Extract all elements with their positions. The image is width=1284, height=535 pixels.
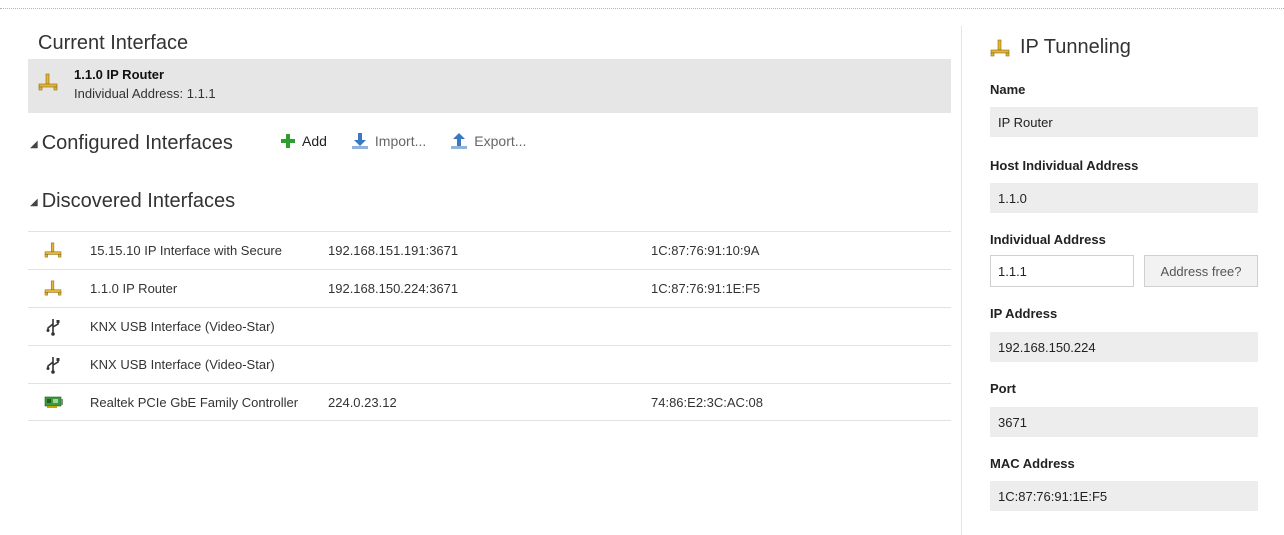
network-icon bbox=[44, 242, 62, 263]
discovered-interfaces-label: Discovered Interfaces bbox=[41, 190, 236, 212]
port-label: Port bbox=[990, 381, 1016, 396]
discovered-interfaces-list: 15.15.10 IP Interface with Secure 192.16… bbox=[28, 231, 951, 421]
interfaces-panel: Current Interface 1.1.0 IP Router Indivi… bbox=[28, 26, 951, 535]
import-icon bbox=[351, 133, 368, 149]
export-icon bbox=[451, 133, 468, 149]
details-title: IP Tunneling bbox=[990, 36, 1131, 59]
add-label: Add bbox=[302, 133, 327, 149]
interface-name: KNX USB Interface (Video-Star) bbox=[90, 357, 275, 372]
current-interface-title: Current Interface bbox=[38, 32, 189, 54]
host-address-field: 1.1.0 bbox=[990, 183, 1258, 213]
configured-interfaces-label: Configured Interfaces bbox=[41, 132, 233, 154]
current-interface-box[interactable]: 1.1.0 IP Router Individual Address: 1.1.… bbox=[28, 59, 951, 113]
configured-toolbar: Add Import... Export... bbox=[280, 132, 526, 150]
configured-interfaces-title[interactable]: ◢ Configured Interfaces bbox=[30, 132, 233, 155]
panel-divider bbox=[961, 26, 962, 535]
current-interface-address: Individual Address: 1.1.1 bbox=[74, 86, 216, 101]
interface-name: 15.15.10 IP Interface with Secure bbox=[90, 243, 282, 258]
individual-address-input[interactable] bbox=[990, 255, 1134, 287]
list-item[interactable]: 1.1.0 IP Router 192.168.150.224:3671 1C:… bbox=[28, 269, 951, 307]
network-icon bbox=[990, 39, 1010, 56]
import-label: Import... bbox=[374, 133, 427, 149]
network-card-icon bbox=[44, 394, 64, 415]
import-button[interactable]: Import... bbox=[351, 132, 426, 150]
top-border bbox=[0, 8, 1284, 9]
plus-icon bbox=[281, 134, 295, 148]
list-item[interactable]: Realtek PCIe GbE Family Controller 224.0… bbox=[28, 383, 951, 421]
collapse-triangle-icon: ◢ bbox=[30, 197, 38, 208]
name-field: IP Router bbox=[990, 107, 1258, 137]
network-icon bbox=[44, 280, 62, 301]
interface-name: KNX USB Interface (Video-Star) bbox=[90, 319, 275, 334]
list-item[interactable]: 15.15.10 IP Interface with Secure 192.16… bbox=[28, 231, 951, 269]
interface-name: 1.1.0 IP Router bbox=[90, 281, 178, 296]
configured-interfaces-header: ◢ Configured Interfaces Add Import... Exp… bbox=[28, 130, 951, 160]
export-label: Export... bbox=[474, 133, 527, 149]
network-icon bbox=[38, 73, 58, 96]
details-title-label: IP Tunneling bbox=[1020, 36, 1131, 58]
port-field: 3671 bbox=[990, 407, 1258, 437]
name-label: Name bbox=[990, 82, 1026, 97]
current-interface-name: 1.1.0 IP Router bbox=[74, 67, 165, 82]
discovered-interfaces-title[interactable]: ◢ Discovered Interfaces bbox=[30, 190, 235, 213]
export-button[interactable]: Export... bbox=[450, 132, 526, 150]
ip-address-field: 192.168.150.224 bbox=[990, 332, 1258, 362]
collapse-triangle-icon: ◢ bbox=[30, 139, 38, 150]
host-address-label: Host Individual Address bbox=[990, 158, 1139, 173]
interface-mac: 1C:87:76:91:10:9A bbox=[651, 243, 760, 258]
mac-address-field: 1C:87:76:91:1E:F5 bbox=[990, 481, 1258, 511]
mac-address-label: MAC Address bbox=[990, 456, 1075, 471]
interface-mac: 74:86:E2:3C:AC:08 bbox=[651, 395, 764, 410]
ip-address-label: IP Address bbox=[990, 306, 1058, 321]
usb-icon bbox=[44, 356, 62, 379]
interface-ip: 192.168.150.224:3671 bbox=[328, 281, 459, 296]
interface-ip: 192.168.151.191:3671 bbox=[328, 243, 459, 258]
list-item[interactable]: KNX USB Interface (Video-Star) bbox=[28, 345, 951, 383]
interface-mac: 1C:87:76:91:1E:F5 bbox=[651, 281, 761, 296]
address-free-button[interactable]: Address free? bbox=[1144, 255, 1258, 287]
add-button[interactable]: Add bbox=[280, 133, 327, 149]
usb-icon bbox=[44, 318, 62, 341]
individual-address-label: Individual Address bbox=[990, 232, 1106, 247]
list-item[interactable]: KNX USB Interface (Video-Star) bbox=[28, 307, 951, 345]
interface-ip: 224.0.23.12 bbox=[328, 395, 397, 410]
interface-name: Realtek PCIe GbE Family Controller bbox=[90, 395, 299, 410]
